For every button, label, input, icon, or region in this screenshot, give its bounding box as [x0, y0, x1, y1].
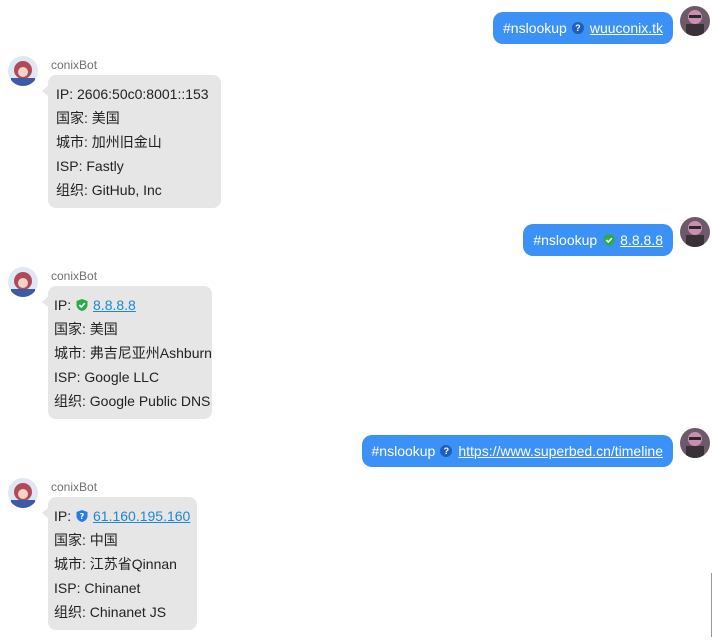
question-icon: ? — [440, 445, 453, 457]
blue-shield-icon: ? — [76, 510, 88, 522]
url-link[interactable]: https://www.superbed.cn/timeline — [458, 443, 663, 459]
isp-line: ISP: Google LLC — [54, 369, 160, 385]
check-shield-icon — [603, 234, 615, 246]
isp-line: ISP: Chinanet — [54, 580, 141, 596]
bot-message: IP: 8.8.8.8 国家: 美国 城市: 弗吉尼亚州Ashburn ISP:… — [42, 286, 212, 419]
ip-line: IP: ? 61.160.195.160 — [54, 508, 191, 524]
isp-line: ISP: Fastly — [56, 158, 124, 174]
org-line: 组织: Google Public DNS — [54, 393, 211, 409]
user-message: #nslookup ? wuuconix.tk — [493, 12, 673, 44]
question-icon: ? — [571, 22, 584, 34]
user-message: #nslookup 8.8.8.8 — [523, 224, 673, 256]
user-avatar[interactable] — [680, 6, 710, 36]
green-shield-icon — [76, 299, 88, 311]
ip-link[interactable]: 8.8.8.8 — [620, 232, 663, 248]
city-line: 城市: 加州旧金山 — [56, 134, 162, 150]
svg-text:?: ? — [80, 512, 85, 521]
bot-avatar[interactable] — [8, 478, 38, 508]
country-line: 国家: 美国 — [56, 110, 120, 126]
ip-value-link[interactable]: 8.8.8.8 — [93, 297, 136, 313]
ip-value-link[interactable]: 61.160.195.160 — [93, 508, 190, 524]
domain-link[interactable]: wuuconix.tk — [590, 20, 663, 36]
user-avatar[interactable] — [680, 217, 710, 247]
bot-message: IP: ? 61.160.195.160 国家: 中国 城市: 江苏省Qinna… — [42, 497, 197, 630]
country-line: 国家: 中国 — [54, 532, 118, 548]
chat-window: #nslookup ? wuuconix.tk conixBot IP: 260… — [0, 0, 713, 640]
command-text: #nslookup — [371, 443, 436, 459]
command-text: #nslookup — [503, 20, 567, 36]
org-line: 组织: Chinanet JS — [54, 604, 167, 620]
bot-avatar[interactable] — [8, 267, 38, 297]
bot-name: conixBot — [51, 58, 98, 72]
user-message: #nslookup ? https://www.superbed.cn/time… — [361, 435, 673, 467]
city-line: 城市: 弗吉尼亚州Ashburn — [54, 345, 212, 361]
scrollbar[interactable] — [711, 573, 712, 637]
bot-message: IP: 2606:50c0:8001::153 国家: 美国 城市: 加州旧金山… — [42, 75, 221, 208]
bot-avatar[interactable] — [8, 56, 38, 86]
city-line: 城市: 江苏省Qinnan — [54, 556, 177, 572]
ip-line: IP: 8.8.8.8 — [54, 297, 136, 313]
country-line: 国家: 美国 — [54, 321, 118, 337]
ip-value: 2606:50c0:8001::153 — [77, 86, 209, 102]
bot-name: conixBot — [51, 480, 98, 494]
command-text: #nslookup — [533, 232, 598, 248]
ip-line: IP: 2606:50c0:8001::153 — [56, 86, 209, 102]
org-line: 组织: GitHub, Inc — [56, 182, 162, 198]
user-avatar[interactable] — [680, 428, 710, 458]
bot-name: conixBot — [51, 269, 98, 283]
